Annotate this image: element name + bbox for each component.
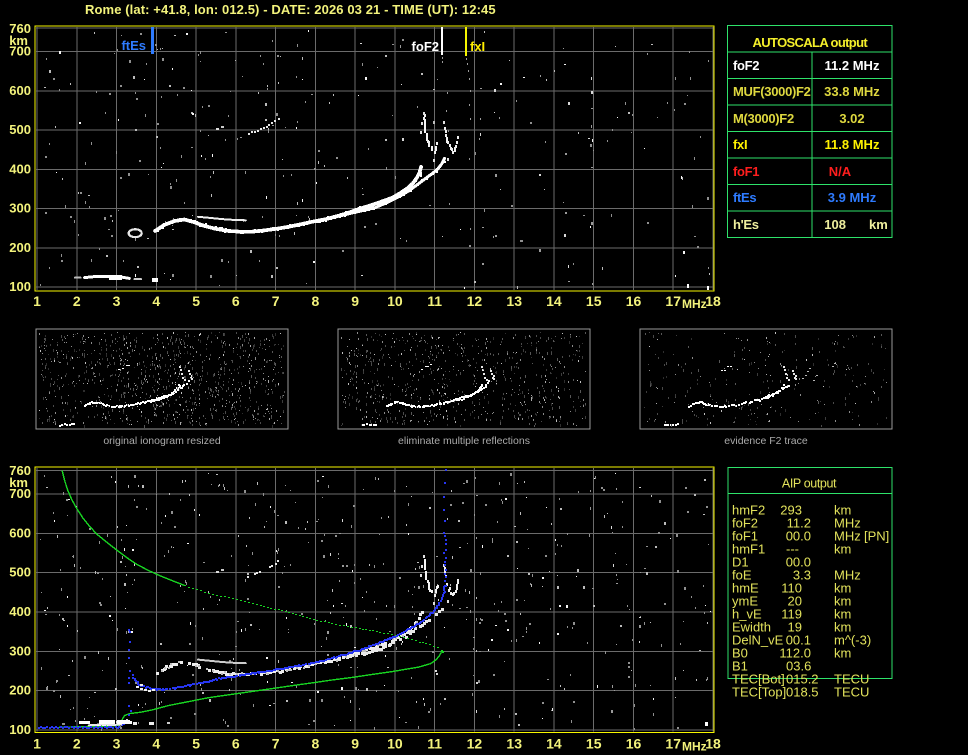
svg-text:400: 400 — [9, 161, 31, 176]
svg-text:MHz: MHz — [682, 297, 707, 311]
svg-text:11.2 MHz: 11.2 MHz — [825, 58, 880, 73]
svg-text:eliminate multiple reflections: eliminate multiple reflections — [398, 435, 530, 447]
svg-text:5: 5 — [192, 293, 200, 309]
svg-text:N/A: N/A — [829, 164, 852, 179]
svg-text:6: 6 — [232, 293, 240, 309]
svg-text:16: 16 — [626, 736, 642, 752]
svg-text:108: 108 — [824, 217, 846, 232]
svg-text:700: 700 — [9, 44, 31, 59]
svg-text:AIP output: AIP output — [782, 477, 837, 491]
svg-text:13: 13 — [506, 736, 522, 752]
svg-text:evidence F2 trace: evidence F2 trace — [724, 435, 808, 447]
svg-text:2: 2 — [73, 293, 81, 309]
svg-text:TECU: TECU — [834, 685, 869, 700]
svg-text:MHz: MHz — [682, 740, 707, 754]
svg-text:4: 4 — [152, 736, 160, 752]
svg-text:3: 3 — [113, 736, 121, 752]
svg-text:TEC[Top]: TEC[Top] — [732, 685, 786, 700]
svg-text:018.5: 018.5 — [786, 685, 819, 700]
svg-text:7: 7 — [272, 736, 280, 752]
svg-text:200: 200 — [9, 240, 31, 255]
svg-text:15: 15 — [586, 736, 602, 752]
svg-text:17: 17 — [665, 736, 681, 752]
svg-text:km: km — [869, 217, 888, 232]
svg-text:600: 600 — [9, 525, 31, 540]
svg-text:11: 11 — [427, 293, 442, 309]
svg-text:5: 5 — [192, 736, 200, 752]
svg-text:9: 9 — [351, 293, 359, 309]
svg-text:4: 4 — [152, 293, 160, 309]
svg-text:10: 10 — [387, 736, 403, 752]
svg-text:500: 500 — [9, 565, 31, 580]
svg-text:km: km — [834, 542, 851, 557]
svg-text:fxI: fxI — [470, 39, 485, 54]
svg-text:300: 300 — [9, 201, 31, 216]
svg-text:13: 13 — [506, 293, 522, 309]
svg-text:fxI: fxI — [733, 137, 747, 152]
svg-text:14: 14 — [546, 293, 562, 309]
svg-text:3.9 MHz: 3.9 MHz — [828, 190, 877, 205]
svg-text:3.02: 3.02 — [839, 111, 864, 126]
svg-text:ftEs: ftEs — [733, 190, 756, 205]
svg-text:foF2: foF2 — [733, 58, 759, 73]
svg-text:11: 11 — [427, 736, 442, 752]
svg-text:9: 9 — [351, 736, 359, 752]
svg-text:33.8 MHz: 33.8 MHz — [824, 84, 880, 99]
svg-text:8: 8 — [312, 293, 320, 309]
svg-text:100: 100 — [9, 722, 31, 737]
svg-text:14: 14 — [546, 736, 562, 752]
svg-text:18: 18 — [705, 293, 721, 309]
svg-text:17: 17 — [665, 293, 681, 309]
svg-text:18: 18 — [705, 736, 721, 752]
svg-text:6: 6 — [232, 736, 240, 752]
svg-text:16: 16 — [626, 293, 642, 309]
svg-text:11.8 MHz: 11.8 MHz — [825, 137, 880, 152]
svg-text:500: 500 — [9, 122, 31, 137]
svg-text:Rome (lat: +41.8, lon: 012.5): Rome (lat: +41.8, lon: 012.5) - DATE: 20… — [85, 2, 496, 17]
svg-text:[PN]: [PN] — [864, 529, 889, 544]
svg-text:2: 2 — [73, 736, 81, 752]
svg-text:MUF(3000)F2: MUF(3000)F2 — [733, 84, 811, 99]
svg-text:7: 7 — [272, 293, 280, 309]
svg-text:400: 400 — [9, 604, 31, 619]
svg-text:1: 1 — [33, 293, 41, 309]
svg-text:foF1: foF1 — [733, 164, 759, 179]
svg-text:12: 12 — [467, 736, 483, 752]
svg-text:foF2: foF2 — [412, 39, 439, 54]
svg-text:700: 700 — [9, 486, 31, 501]
svg-text:h'Es: h'Es — [733, 217, 759, 232]
svg-text:ftEs: ftEs — [121, 38, 146, 53]
svg-text:3: 3 — [113, 293, 121, 309]
svg-text:100: 100 — [9, 279, 31, 294]
svg-text:12: 12 — [467, 293, 483, 309]
svg-text:600: 600 — [9, 83, 31, 98]
svg-text:km: km — [834, 646, 851, 661]
svg-text:10: 10 — [387, 293, 403, 309]
svg-text:8: 8 — [312, 736, 320, 752]
svg-text:original ionogram resized: original ionogram resized — [103, 435, 220, 447]
svg-text:300: 300 — [9, 643, 31, 658]
svg-text:15: 15 — [586, 293, 602, 309]
svg-text:200: 200 — [9, 683, 31, 698]
svg-text:AUTOSCALA output: AUTOSCALA output — [753, 35, 869, 50]
svg-text:1: 1 — [33, 736, 41, 752]
svg-text:M(3000)F2: M(3000)F2 — [733, 111, 794, 126]
